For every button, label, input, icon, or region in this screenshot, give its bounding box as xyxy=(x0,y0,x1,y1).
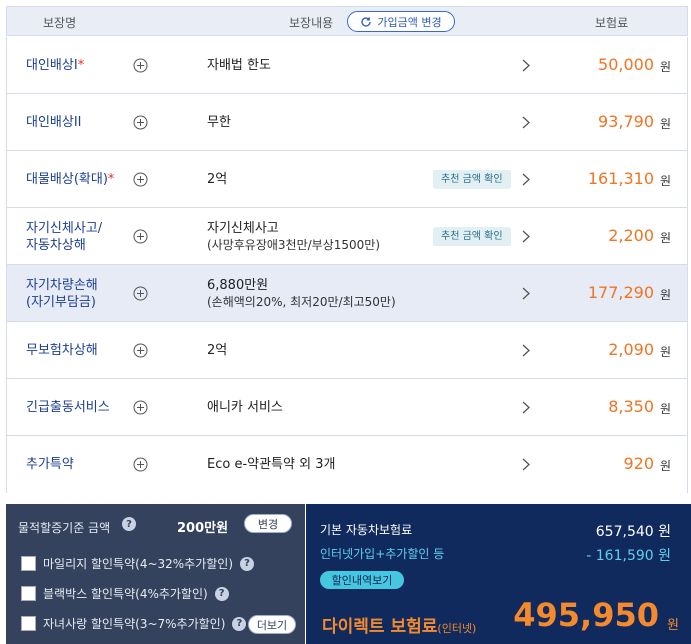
plus-circle-icon[interactable] xyxy=(133,229,148,244)
recommend-amount-tag[interactable]: 추천 금액 확인 xyxy=(433,170,511,189)
change-amount-button[interactable]: 가입금액 변경 xyxy=(347,11,455,32)
coverage-desc: 자기신체사고 (사망후유장애3천만/부상1500만) xyxy=(207,220,381,252)
chevron-right-icon[interactable] xyxy=(521,115,531,130)
base-premium-value: 657,540 원 xyxy=(595,524,671,540)
help-icon[interactable]: ? xyxy=(122,517,136,531)
coverage-row-property[interactable]: 대물배상(확대)* 2억 추천 금액 확인 161,310 원 xyxy=(7,151,687,208)
plus-circle-icon[interactable] xyxy=(133,286,148,301)
mileage-label: 마일리지 할인특약(4~32%추가할인) xyxy=(43,557,234,571)
mileage-checkbox[interactable] xyxy=(21,556,36,571)
discount-options-panel: 물적할증기준 금액 ? 200만원 변경 마일리지 할인특약(4~32%추가할인… xyxy=(6,504,305,644)
premium-amount: 93,790 xyxy=(598,112,654,131)
coverage-desc: 6,880만원 (손해액의20%, 최저20만/최고50만) xyxy=(207,277,396,309)
discount-value: - 161,590 원 xyxy=(586,548,671,564)
blackbox-discount-option[interactable]: 블랙박스 할인특약(4%추가할인) ? xyxy=(21,585,229,602)
plus-circle-icon[interactable] xyxy=(133,343,148,358)
coverage-name: 자기차량손해 (자기부담금) xyxy=(26,277,98,310)
coverage-desc: 애니카 서비스 xyxy=(207,399,283,415)
refresh-icon xyxy=(361,16,372,27)
chevron-right-icon[interactable] xyxy=(521,229,531,244)
coverage-row-bodily-1[interactable]: 대인배상I* 자배법 한도 50,000 원 xyxy=(7,37,687,94)
child-discount-option[interactable]: 자녀사랑 할인특약(3~7%추가할인) ? xyxy=(21,615,247,632)
coverage-row-self-injury[interactable]: 자기신체사고/자동차상해 자기신체사고 (사망후유장애3천만/부상1500만) 추… xyxy=(7,208,687,265)
plus-circle-icon[interactable] xyxy=(133,400,148,415)
direct-premium-unit: 원 xyxy=(667,618,679,633)
chevron-right-icon[interactable] xyxy=(521,343,531,358)
premium-amount: 177,290 xyxy=(587,283,654,302)
coverage-desc: Eco e-약관특약 외 3개 xyxy=(207,456,336,472)
coverage-desc: 무한 xyxy=(207,114,231,130)
plus-circle-icon[interactable] xyxy=(133,172,148,187)
plus-circle-icon[interactable] xyxy=(133,115,148,130)
coverage-name: 긴급출동서비스 xyxy=(26,400,110,415)
direct-premium-value: 495,950 xyxy=(513,596,659,634)
coverage-row-bodily-2[interactable]: 대인배상II 무한 93,790 원 xyxy=(7,94,687,151)
won-unit: 원 xyxy=(659,174,671,188)
coverage-name: 대인배상I* xyxy=(26,58,85,73)
premium-amount: 920 xyxy=(623,454,654,473)
chevron-right-icon[interactable] xyxy=(521,286,531,301)
chevron-right-icon[interactable] xyxy=(521,400,531,415)
base-premium-label: 기본 자동차보험료 xyxy=(320,523,413,537)
help-icon[interactable]: ? xyxy=(214,586,229,601)
premium-amount: 2,200 xyxy=(608,226,654,245)
recommend-amount-tag[interactable]: 추천 금액 확인 xyxy=(433,227,511,246)
blackbox-checkbox[interactable] xyxy=(21,586,36,601)
col-coverage-name: 보장명 xyxy=(43,16,77,30)
coverage-row-own-vehicle[interactable]: 자기차량손해 (자기부담금) 6,880만원 (손해액의20%, 최저20만/최고5… xyxy=(7,265,687,322)
coverage-name: 무보험차상해 xyxy=(26,343,98,358)
help-icon[interactable]: ? xyxy=(240,556,255,571)
chevron-right-icon[interactable] xyxy=(521,172,531,187)
premium-amount: 50,000 xyxy=(598,55,654,74)
coverage-desc: 2억 xyxy=(207,342,228,358)
change-amount-label: 가입금액 변경 xyxy=(377,15,442,29)
coverage-name: 대인배상II xyxy=(26,115,82,130)
direct-premium-label: 다이렉트 보험료(인터넷) xyxy=(322,617,477,637)
won-unit: 원 xyxy=(659,117,671,131)
chevron-right-icon[interactable] xyxy=(521,58,531,73)
won-unit: 원 xyxy=(659,288,671,302)
premium-amount: 8,350 xyxy=(608,397,654,416)
coverage-row-uninsured[interactable]: 무보험차상해 2억 2,090 원 xyxy=(7,322,687,379)
plus-circle-icon[interactable] xyxy=(133,58,148,73)
won-unit: 원 xyxy=(659,60,671,74)
blackbox-label: 블랙박스 할인특약(4%추가할인) xyxy=(43,587,208,601)
plus-circle-icon[interactable] xyxy=(133,457,148,472)
coverage-desc: 2억 xyxy=(207,171,228,187)
premium-amount: 2,090 xyxy=(608,340,654,359)
mileage-discount-option[interactable]: 마일리지 할인특약(4~32%추가할인) ? xyxy=(21,555,255,572)
coverage-name: 추가특약 xyxy=(26,457,74,472)
col-premium: 보험료 xyxy=(595,16,629,30)
property-threshold-label: 물적할증기준 금액 xyxy=(18,521,111,535)
won-unit: 원 xyxy=(659,345,671,359)
coverage-desc: 자배법 한도 xyxy=(207,57,271,73)
help-icon[interactable]: ? xyxy=(232,616,247,631)
coverage-name: 자기신체사고/자동차상해 xyxy=(26,220,103,253)
coverage-row-additional[interactable]: 추가특약 Eco e-약관특약 외 3개 920 원 xyxy=(7,436,687,493)
coverage-row-emergency[interactable]: 긴급출동서비스 애니카 서비스 8,350 원 xyxy=(7,379,687,436)
premium-summary-panel: 기본 자동차보험료 657,540 원 인터넷가입+추가할인 등 - 161,5… xyxy=(306,504,691,644)
won-unit: 원 xyxy=(659,231,671,245)
discount-detail-button[interactable]: 할인내역보기 xyxy=(320,571,404,589)
coverage-name: 대물배상(확대)* xyxy=(26,172,115,187)
coverage-table: 대인배상I* 자배법 한도 50,000 원 대인배상II 무한 93,790 … xyxy=(6,37,688,493)
discount-label: 인터넷가입+추가할인 등 xyxy=(320,547,445,561)
property-change-button[interactable]: 변경 xyxy=(244,514,292,533)
col-coverage-content: 보장내용 xyxy=(289,16,334,30)
premium-amount: 161,310 xyxy=(587,169,654,188)
more-button[interactable]: 더보기 xyxy=(248,615,296,634)
won-unit: 원 xyxy=(659,459,671,473)
won-unit: 원 xyxy=(659,402,671,416)
chevron-right-icon[interactable] xyxy=(521,457,531,472)
child-label: 자녀사랑 할인특약(3~7%추가할인) xyxy=(43,617,226,631)
table-header: 보장명 보장내용 가입금액 변경 보험료 xyxy=(6,6,688,36)
child-checkbox[interactable] xyxy=(21,616,36,631)
property-threshold-value: 200만원 xyxy=(177,521,229,536)
